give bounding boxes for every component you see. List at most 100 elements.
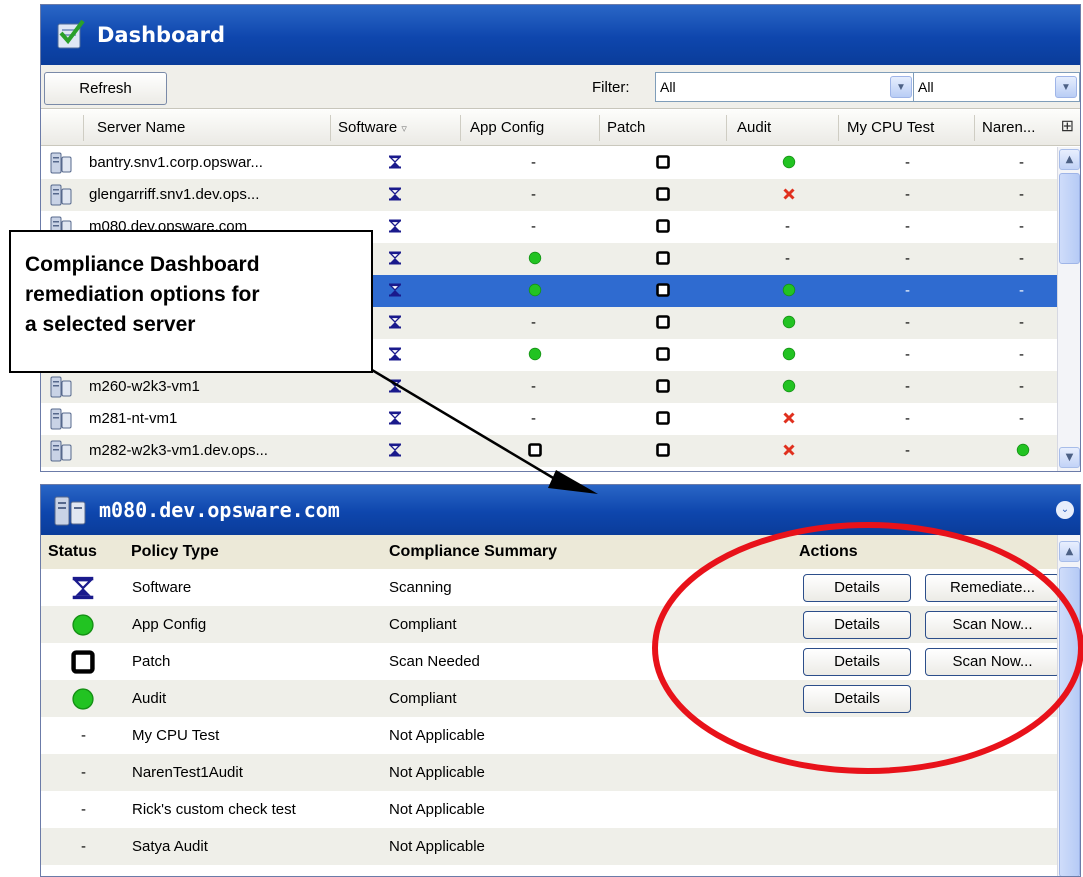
header-policy-type: Policy Type <box>131 543 219 560</box>
filter-select-2[interactable]: All ▼ <box>913 72 1080 102</box>
audit-status <box>782 283 796 297</box>
hourglass-icon <box>388 379 402 393</box>
server-icon <box>54 496 86 526</box>
server-icon <box>50 376 72 398</box>
policy-row[interactable]: Audit Compliant Details <box>41 680 1057 717</box>
policy-row[interactable]: Patch Scan Needed Details Scan Now... <box>41 643 1060 680</box>
patch-status <box>656 315 670 329</box>
collapse-chevron-icon[interactable]: ⌄ <box>1056 501 1074 519</box>
scan-needed-icon <box>656 155 670 169</box>
policy-row[interactable]: - NarenTest1Audit Not Applicable <box>41 754 1057 791</box>
sort-descending-icon: ▿ <box>401 123 407 135</box>
policy-status: - <box>81 727 86 744</box>
app-status: - <box>531 378 536 395</box>
scroll-up-icon[interactable]: ▲ <box>1059 149 1080 170</box>
scrollbar-thumb[interactable] <box>1059 173 1080 264</box>
column-header-software[interactable]: Software ▿ <box>338 119 407 136</box>
patch-status <box>656 155 670 169</box>
server-grid-scrollbar[interactable]: ▲ ▼ <box>1057 147 1080 471</box>
refresh-button[interactable]: Refresh <box>44 72 167 105</box>
compliant-icon <box>528 283 542 297</box>
non-compliant-icon <box>783 412 795 424</box>
audit-status <box>782 187 796 201</box>
cpu-status: - <box>905 378 910 395</box>
annotation-callout: Compliance Dashboard remediation options… <box>9 230 373 373</box>
header-actions: Actions <box>799 543 858 560</box>
hourglass-icon <box>72 576 94 600</box>
compliant-icon <box>782 379 796 393</box>
details-button[interactable]: Details <box>803 648 911 676</box>
scan-now-button[interactable]: Scan Now... <box>925 611 1060 639</box>
compliance-summary: Not Applicable <box>389 764 485 781</box>
hourglass-icon <box>388 283 402 297</box>
software-status <box>388 155 402 169</box>
table-row[interactable]: m281-nt-vm1 - - - <box>41 403 1057 435</box>
policy-row[interactable]: - My CPU Test Not Applicable <box>41 717 1057 754</box>
scroll-up-icon[interactable]: ▲ <box>1059 541 1080 562</box>
table-row[interactable]: m282-w2k3-vm1.dev.ops... - <box>41 435 1057 467</box>
audit-status <box>782 155 796 169</box>
policy-row[interactable]: - Rick's custom check test Not Applicable <box>41 791 1057 828</box>
scan-needed-icon <box>656 187 670 201</box>
audit-status <box>782 315 796 329</box>
hourglass-icon <box>388 347 402 361</box>
column-header-patch[interactable]: Patch <box>607 119 645 136</box>
naren-status: - <box>1019 346 1024 363</box>
scan-needed-icon <box>656 219 670 233</box>
table-row[interactable]: glengarriff.snv1.dev.ops... - - - <box>41 179 1057 211</box>
software-status <box>388 251 402 265</box>
table-row[interactable]: m260-w2k3-vm1 - - - <box>41 371 1057 403</box>
app-status: - <box>531 410 536 427</box>
column-picker-icon[interactable]: ⊞ <box>1061 116 1074 136</box>
column-header-my-cpu-test[interactable]: My CPU Test <box>847 119 934 136</box>
details-button[interactable]: Details <box>803 685 911 713</box>
column-separator <box>974 115 975 141</box>
compliant-icon <box>72 688 94 710</box>
audit-status: - <box>785 250 790 267</box>
scroll-down-icon[interactable]: ▼ <box>1059 447 1080 468</box>
column-header-server-name[interactable]: Server Name <box>97 119 185 136</box>
chevron-down-icon[interactable]: ▼ <box>1055 76 1077 98</box>
cpu-status: - <box>905 250 910 267</box>
scan-needed-icon <box>656 283 670 297</box>
column-header-naren[interactable]: Naren... <box>982 119 1035 136</box>
naren-status <box>1016 443 1030 457</box>
compliant-icon <box>72 614 94 636</box>
policy-type: NarenTest1Audit <box>132 764 243 781</box>
scan-now-button[interactable]: Scan Now... <box>925 648 1060 676</box>
table-row[interactable]: bantry.snv1.corp.opswar... - - - <box>41 147 1057 179</box>
details-button[interactable]: Details <box>803 611 911 639</box>
policy-row[interactable]: App Config Compliant Details Scan Now... <box>41 606 1060 643</box>
compliant-icon <box>782 347 796 361</box>
scan-needed-icon <box>656 379 670 393</box>
policy-status: - <box>81 838 86 855</box>
app-status: - <box>531 186 536 203</box>
scan-needed-icon <box>656 347 670 361</box>
scrollbar-thumb[interactable] <box>1059 567 1080 876</box>
column-header-audit[interactable]: Audit <box>737 119 771 136</box>
chevron-down-icon[interactable]: ▼ <box>890 76 912 98</box>
policy-row[interactable]: Software Scanning Details Remediate... <box>41 569 1060 606</box>
policy-row[interactable]: - Satya Audit Not Applicable <box>41 828 1057 865</box>
hourglass-icon <box>388 315 402 329</box>
patch-status <box>656 411 670 425</box>
policy-type: Rick's custom check test <box>132 801 296 818</box>
details-button[interactable]: Details <box>803 574 911 602</box>
naren-status: - <box>1019 410 1024 427</box>
software-status <box>388 411 402 425</box>
policy-table-scrollbar[interactable]: ▲ <box>1057 535 1080 876</box>
dashboard-check-icon <box>57 19 85 49</box>
scan-needed-icon <box>528 443 542 457</box>
policy-table-body: Software Scanning Details Remediate... App C… <box>41 569 1060 876</box>
header-compliance-summary: Compliance Summary <box>389 543 558 560</box>
scan-needed-icon <box>656 251 670 265</box>
filter-select-1[interactable]: All ▼ <box>655 72 915 102</box>
cpu-status: - <box>905 218 910 235</box>
hourglass-icon <box>388 411 402 425</box>
column-header-app-config[interactable]: App Config <box>470 119 544 136</box>
policy-type: Software <box>132 579 192 596</box>
policy-status: - <box>81 764 86 781</box>
policy-type: App Config <box>132 616 207 633</box>
remediate-button[interactable]: Remediate... <box>925 574 1060 602</box>
non-compliant-icon <box>783 444 795 456</box>
